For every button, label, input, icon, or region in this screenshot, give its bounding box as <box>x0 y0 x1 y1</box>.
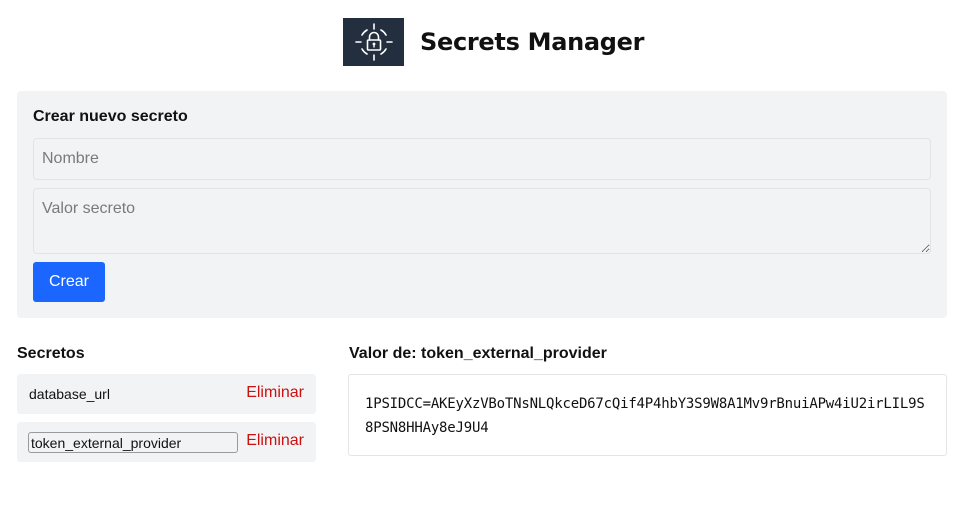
shield-lock-icon <box>354 23 393 61</box>
secret-value-panel: 1PSIDCC=AKEyXzVBoTNsNLQkceD67cQif4P4hbY3… <box>348 374 947 456</box>
delete-button[interactable]: Eliminar <box>246 432 304 450</box>
app-header: Secrets Manager <box>343 18 644 66</box>
secrets-list-title: Secretos <box>17 345 85 362</box>
secret-item-name[interactable]: database_url <box>29 386 110 402</box>
create-button[interactable]: Crear <box>33 262 105 302</box>
secret-value-input[interactable] <box>33 188 931 254</box>
delete-button[interactable]: Eliminar <box>246 384 304 402</box>
secret-name-input[interactable] <box>33 138 931 180</box>
secret-item-name[interactable]: token_external_provider <box>28 432 238 453</box>
app-logo <box>343 18 404 66</box>
secret-list-item-selected[interactable]: token_external_provider Eliminar <box>17 422 316 462</box>
app-title: Secrets Manager <box>420 28 645 56</box>
create-secret-title: Crear nuevo secreto <box>33 108 188 125</box>
create-secret-panel: Crear nuevo secreto Crear <box>17 91 947 318</box>
secret-value-text: 1PSIDCC=AKEyXzVBoTNsNLQkceD67cQif4P4hbY3… <box>365 396 925 436</box>
secret-value-title: Valor de: token_external_provider <box>349 345 607 362</box>
secret-list-item[interactable]: database_url Eliminar <box>17 374 316 414</box>
